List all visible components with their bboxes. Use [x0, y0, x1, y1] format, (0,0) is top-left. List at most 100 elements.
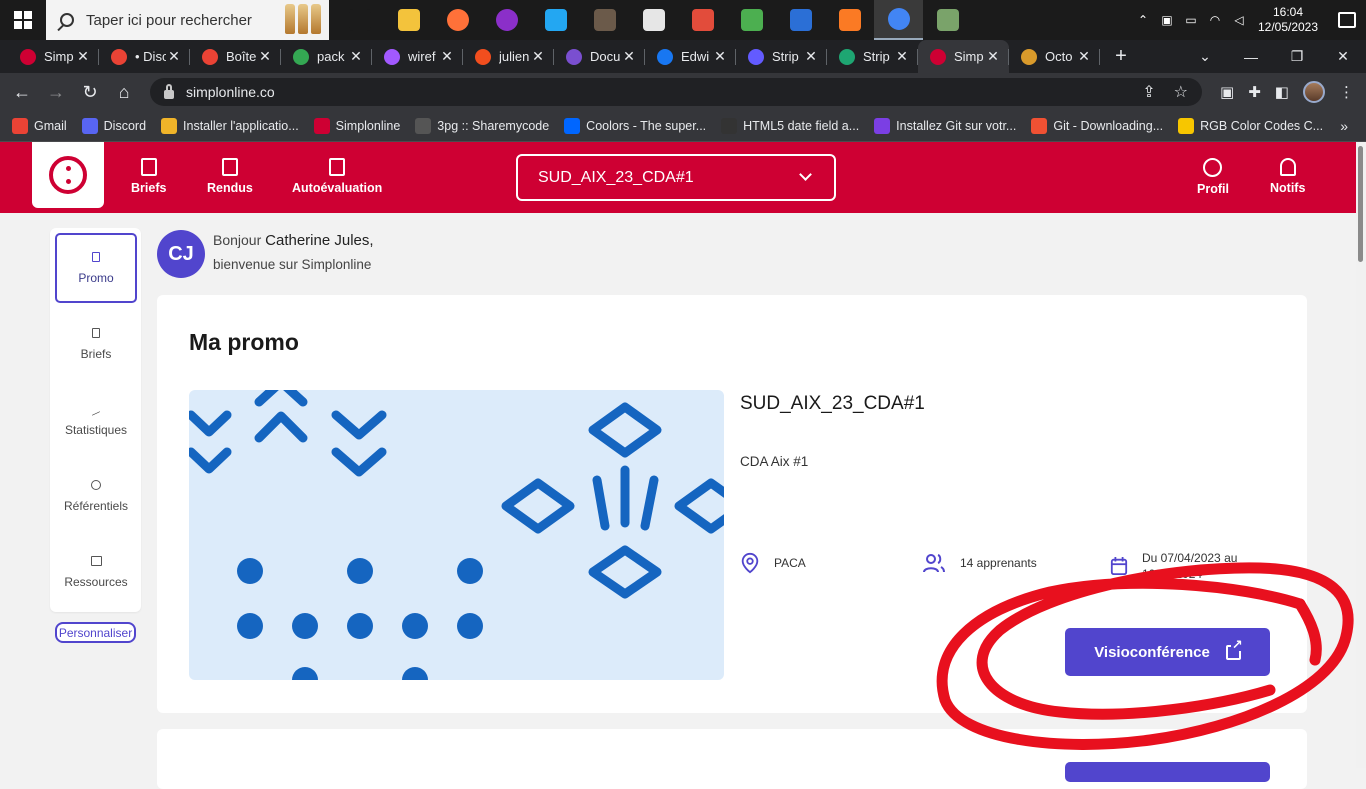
bookmark-item[interactable]: Installez Git sur votr...	[874, 118, 1016, 134]
taskbar-app-sourcetree[interactable]	[727, 0, 776, 40]
forward-button[interactable]: →	[40, 76, 72, 108]
gimp-icon	[593, 9, 616, 31]
notification-center-icon[interactable]	[1338, 12, 1356, 28]
secondary-card-button[interactable]	[1065, 762, 1270, 782]
address-bar[interactable]: simplonline.co ⇪ ☆	[150, 78, 1202, 106]
nav-profil[interactable]: Profil	[1197, 158, 1229, 196]
taskbar-app-firefox[interactable]	[433, 0, 482, 40]
close-window-button[interactable]: ✕	[1320, 40, 1366, 73]
browser-tab[interactable]: Octo ✕	[1009, 40, 1100, 73]
sidebar-item-statistiques[interactable]: Statistiques	[55, 385, 137, 455]
home-button[interactable]: ⌂	[108, 76, 140, 108]
sidebar-item-briefs[interactable]: Briefs	[55, 309, 137, 379]
promo-selector[interactable]: SUD_AIX_23_CDA#1	[516, 154, 836, 201]
profile-avatar[interactable]	[1302, 81, 1325, 103]
close-icon[interactable]: ✕	[439, 48, 455, 65]
taskbar-app-gimp[interactable]	[580, 0, 629, 40]
extensions-puzzle-icon[interactable]: ✚	[1248, 83, 1261, 101]
side-panel-icon[interactable]: ◧	[1275, 83, 1289, 101]
taskbar-app-document[interactable]	[629, 0, 678, 40]
browser-tab[interactable]: Boîte ✕	[190, 40, 281, 73]
taskbar-app-file-explorer[interactable]	[384, 0, 433, 40]
bookmark-item[interactable]: 3pg :: Sharemycode	[415, 118, 549, 134]
close-icon[interactable]: ✕	[530, 48, 546, 65]
taskbar-search-box[interactable]: Taper ici pour rechercher	[46, 0, 329, 40]
bookmark-item[interactable]: Discord	[81, 118, 146, 134]
bookmark-label: HTML5 date field a...	[743, 119, 860, 133]
bookmark-item[interactable]: Simplonline	[313, 118, 400, 134]
volume-muted-icon[interactable]: ◁	[1232, 13, 1246, 27]
close-icon[interactable]: ✕	[621, 48, 637, 65]
extension-icon[interactable]: ▣	[1220, 83, 1234, 101]
tab-search-icon[interactable]: ⌄	[1182, 40, 1228, 73]
browser-tab[interactable]: Edwi ✕	[645, 40, 736, 73]
nav-autoevaluation[interactable]: Autoévaluation	[292, 158, 382, 195]
close-icon[interactable]: ✕	[985, 48, 1001, 65]
bookmark-item[interactable]: Gmail	[12, 118, 67, 134]
browser-tab[interactable]: Strip ✕	[736, 40, 827, 73]
tab-favicon-icon	[1021, 48, 1037, 65]
browser-tab[interactable]: Docu ✕	[554, 40, 645, 73]
sidebar-item-label: Statistiques	[64, 422, 128, 437]
taskbar-app-private-browser[interactable]	[482, 0, 531, 40]
close-icon[interactable]: ✕	[166, 48, 182, 65]
taskbar-app-xampp[interactable]	[825, 0, 874, 40]
scrollbar-thumb[interactable]	[1358, 146, 1363, 262]
taskbar-app-photo-app[interactable]	[923, 0, 972, 40]
taskbar-app-chrome[interactable]	[874, 0, 923, 40]
windows-start-button[interactable]	[0, 0, 46, 40]
bookmark-item[interactable]: Installer l'applicatio...	[161, 118, 299, 134]
customize-button[interactable]: Personnaliser	[55, 622, 136, 643]
browser-tab[interactable]: pack ✕	[281, 40, 372, 73]
share-icon[interactable]: ⇪	[1142, 82, 1155, 102]
sidebar-item-promo[interactable]: Promo	[55, 233, 137, 303]
meet-now-icon[interactable]: ▣	[1160, 13, 1174, 27]
browser-tab[interactable]: Simp ✕	[918, 40, 1009, 73]
user-avatar[interactable]: CJ	[157, 230, 205, 278]
battery-icon[interactable]: ▭	[1184, 13, 1198, 27]
taskbar-app-powershell[interactable]	[776, 0, 825, 40]
sidebar-item-ressources[interactable]: Ressources	[55, 537, 137, 607]
page-title: Ma promo	[189, 329, 299, 355]
close-icon[interactable]: ✕	[348, 48, 364, 65]
close-icon[interactable]: ✕	[894, 48, 910, 65]
chrome-menu-icon[interactable]: ⋮	[1339, 83, 1354, 101]
minimize-button[interactable]: —	[1228, 40, 1274, 73]
close-icon[interactable]: ✕	[257, 48, 273, 65]
nav-briefs[interactable]: Briefs	[131, 158, 166, 195]
browser-tab[interactable]: wiref ✕	[372, 40, 463, 73]
lock-icon[interactable]	[164, 83, 174, 99]
users-icon	[923, 554, 945, 573]
bookmark-item[interactable]: Coolors - The super...	[564, 118, 706, 134]
sidebar-item-referentiels[interactable]: Référentiels	[55, 461, 137, 531]
reload-button[interactable]: ↻	[74, 76, 106, 108]
bookmark-item[interactable]: RGB Color Codes C...	[1178, 118, 1323, 134]
browser-tab[interactable]: Strip ✕	[827, 40, 918, 73]
bookmark-star-icon[interactable]: ☆	[1174, 82, 1188, 102]
taskbar-clock[interactable]: 16:04 12/05/2023	[1256, 5, 1320, 35]
browser-tab[interactable]: • Disc ✕	[99, 40, 190, 73]
taskbar-app-task-view[interactable]	[335, 0, 384, 40]
bookmarks-overflow-button[interactable]: »	[1340, 118, 1348, 134]
nav-rendus[interactable]: Rendus	[207, 158, 253, 195]
new-tab-button[interactable]: +	[1106, 45, 1136, 68]
close-icon[interactable]: ✕	[803, 48, 819, 65]
chevron-up-icon[interactable]: ⌃	[1136, 13, 1150, 27]
page-scrollbar[interactable]	[1356, 142, 1366, 768]
back-button[interactable]: ←	[6, 76, 38, 108]
simplon-logo[interactable]	[32, 142, 104, 208]
restore-button[interactable]: ❐	[1274, 40, 1320, 73]
nav-notifs[interactable]: Notifs	[1270, 158, 1305, 195]
bookmark-item[interactable]: HTML5 date field a...	[721, 118, 859, 134]
close-icon[interactable]: ✕	[75, 48, 91, 65]
close-icon[interactable]: ✕	[712, 48, 728, 65]
videoconference-button[interactable]: Visioconférence	[1065, 628, 1270, 676]
browser-tab[interactable]: julien ✕	[463, 40, 554, 73]
browser-tab[interactable]: Simp ✕	[8, 40, 99, 73]
wifi-icon[interactable]: ◠	[1208, 13, 1222, 27]
taskbar-app-git-bash[interactable]	[678, 0, 727, 40]
close-icon[interactable]: ✕	[1076, 48, 1092, 65]
bookmark-item[interactable]: Git - Downloading...	[1031, 118, 1163, 134]
sidebar-item-label: Ressources	[64, 574, 128, 589]
taskbar-app-vscode[interactable]	[531, 0, 580, 40]
